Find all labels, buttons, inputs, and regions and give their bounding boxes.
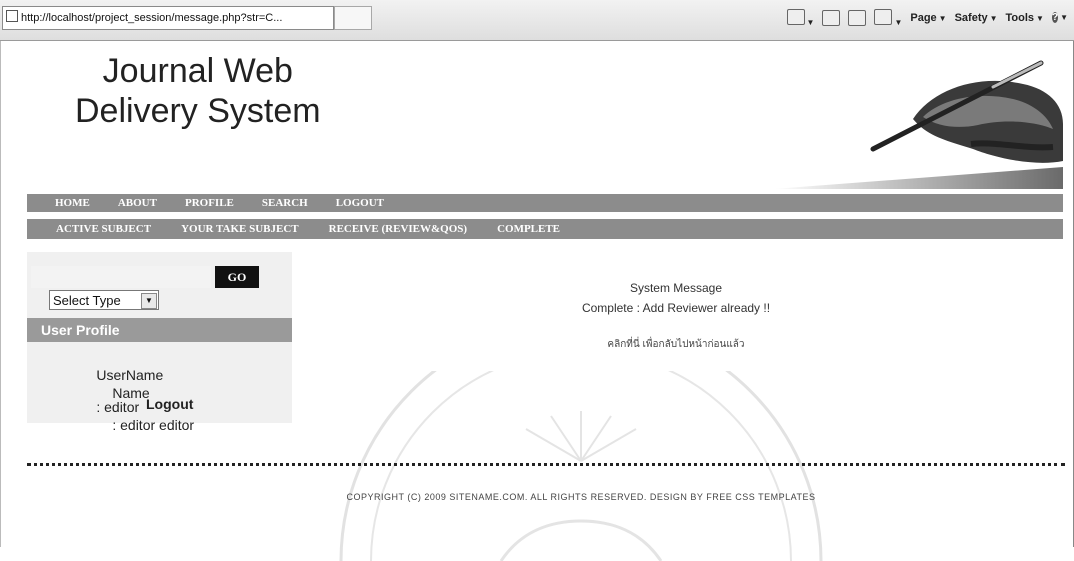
chevron-down-icon: ▼ bbox=[894, 17, 903, 27]
address-text: http://localhost/project_session/message… bbox=[21, 12, 283, 24]
nav-active-subject[interactable]: ACTIVE SUBJECT bbox=[56, 223, 151, 235]
chevron-down-icon: ▼ bbox=[938, 14, 947, 23]
select-type-dropdown[interactable]: Select Type ▼ bbox=[49, 290, 159, 310]
page-icon bbox=[6, 10, 18, 22]
new-tab-button[interactable] bbox=[334, 6, 372, 30]
chevron-down-icon: ▼ bbox=[1036, 14, 1044, 23]
nav-search[interactable]: SEARCH bbox=[262, 197, 308, 209]
sidebar: GO Select Type ▼ User Profile UserName :… bbox=[27, 252, 292, 433]
search-input[interactable] bbox=[31, 266, 211, 288]
command-bar: ▼ ▼ Page ▼ Safety ▼ Tools ▼ ? ▼ bbox=[786, 8, 1068, 28]
home-button[interactable]: ▼ bbox=[786, 8, 815, 28]
user-profile-heading: User Profile bbox=[27, 318, 292, 342]
watermark-seal-image bbox=[339, 371, 823, 561]
help-button[interactable]: ? ▼ bbox=[1051, 11, 1068, 25]
browser-toolbar: http://localhost/project_session/message… bbox=[0, 0, 1074, 41]
sidebar-logout-link[interactable]: Logout bbox=[146, 396, 193, 412]
page-menu[interactable]: Page ▼ bbox=[910, 12, 946, 24]
mail-icon[interactable] bbox=[848, 10, 867, 26]
address-bar[interactable]: http://localhost/project_session/message… bbox=[2, 6, 334, 30]
site-title-line2: Delivery System bbox=[75, 92, 321, 130]
name-label: Name bbox=[112, 385, 150, 401]
nav-profile[interactable]: PROFILE bbox=[185, 197, 234, 209]
home-icon bbox=[786, 8, 805, 25]
chevron-down-icon: ▼ bbox=[806, 17, 815, 27]
print-button[interactable]: ▼ bbox=[874, 8, 903, 28]
chevron-down-icon: ▼ bbox=[989, 14, 998, 23]
feeds-icon[interactable] bbox=[822, 10, 841, 26]
help-icon: ? bbox=[1051, 12, 1059, 23]
print-icon bbox=[874, 8, 893, 25]
site-title: Journal Web Delivery System bbox=[75, 51, 321, 131]
nav-home[interactable]: HOME bbox=[55, 197, 90, 209]
go-button[interactable]: GO bbox=[215, 266, 259, 288]
system-message-title: System Message bbox=[629, 281, 723, 295]
nav-about[interactable]: ABOUT bbox=[118, 197, 157, 209]
page-content: Journal Web Delivery System HOME ABOUT P… bbox=[0, 41, 1074, 561]
footer-divider bbox=[27, 463, 1065, 466]
site-title-line1: Journal Web bbox=[102, 52, 293, 90]
nav-complete[interactable]: COMPLETE bbox=[497, 223, 560, 235]
back-link[interactable]: คลิกที่นี่ เพื่อกลับไปหน้าก่อนแล้ว bbox=[561, 337, 791, 352]
sub-nav: ACTIVE SUBJECT YOUR TAKE SUBJECT RECEIVE… bbox=[27, 219, 1063, 239]
nav-your-take-subject[interactable]: YOUR TAKE SUBJECT bbox=[181, 223, 299, 235]
safety-menu-label: Safety bbox=[954, 12, 988, 24]
select-type-value: Select Type bbox=[53, 292, 121, 308]
page-menu-label: Page bbox=[910, 12, 937, 24]
header-pen-hand-image bbox=[773, 60, 1063, 189]
system-message-text: Complete : Add Reviewer already !! bbox=[581, 301, 771, 315]
nav-logout[interactable]: LOGOUT bbox=[336, 197, 384, 209]
copyright-text: COPYRIGHT (C) 2009 SITENAME.COM. ALL RIG… bbox=[346, 492, 816, 502]
chevron-down-icon: ▼ bbox=[141, 293, 157, 309]
tools-menu-label: Tools bbox=[1005, 12, 1035, 24]
safety-menu[interactable]: Safety ▼ bbox=[955, 12, 998, 24]
chevron-down-icon: ▼ bbox=[1060, 13, 1068, 22]
tools-menu[interactable]: Tools ▼ bbox=[1006, 12, 1044, 24]
nav-receive-review[interactable]: RECEIVE (REVIEW&QOS) bbox=[329, 223, 467, 235]
main-nav: HOME ABOUT PROFILE SEARCH LOGOUT bbox=[27, 194, 1063, 212]
name-value: : editor editor bbox=[112, 417, 195, 433]
